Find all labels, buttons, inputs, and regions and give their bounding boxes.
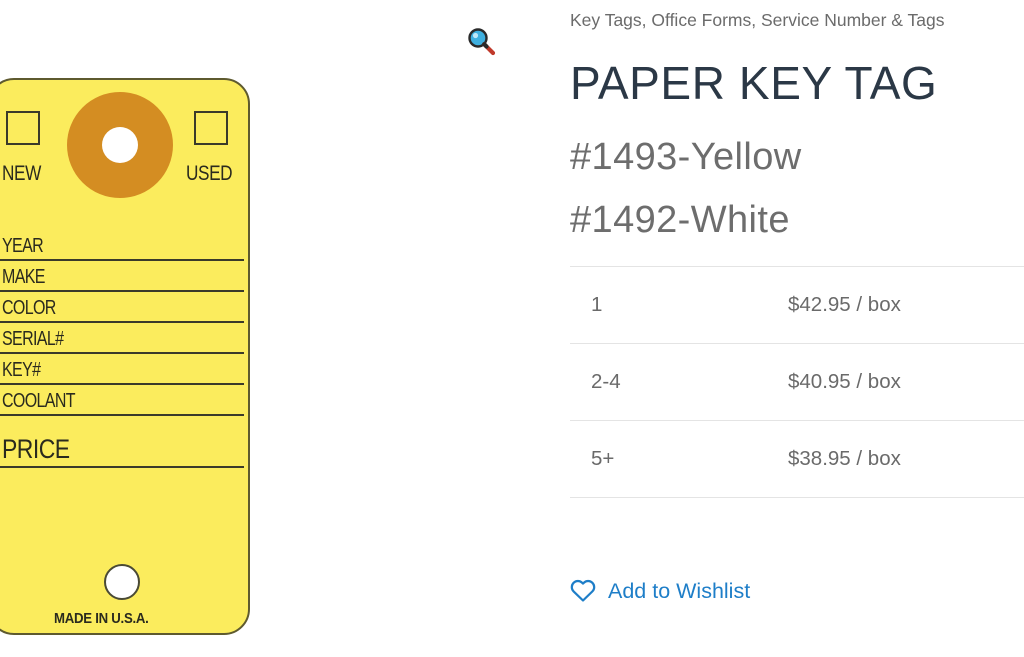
product-summary: Key Tags, Office Forms, Service Number &… <box>570 0 1024 657</box>
quantity-pricing-table: 1 $42.95 / box 2-4 $40.95 / box 5+ $38.9… <box>570 266 1024 498</box>
tag-new-checkbox <box>6 111 40 145</box>
price-cell: $40.95 / box <box>788 370 901 393</box>
tag-field-line: YEAR <box>0 230 244 261</box>
price-cell: $38.95 / box <box>788 447 901 470</box>
tag-price-label: PRICE <box>2 434 70 464</box>
quantity-cell: 5+ <box>591 447 615 470</box>
category-link[interactable]: Service Number & Tags <box>761 10 945 30</box>
price-cell: $42.95 / box <box>788 293 901 316</box>
tag-field-label: KEY# <box>2 359 41 381</box>
product-gallery: NEW USED YEAR MAKE COLOR SERIAL# KEY# CO… <box>0 0 520 657</box>
zoom-button[interactable] <box>466 26 496 56</box>
quantity-cell: 2-4 <box>591 370 621 393</box>
tag-new-label: NEW <box>2 162 41 185</box>
tag-field-label: YEAR <box>2 235 44 257</box>
tag-field-line: COOLANT <box>0 385 244 416</box>
table-row: 1 $42.95 / box <box>570 267 1024 344</box>
heart-outline-icon <box>570 579 596 602</box>
tag-field-line: MAKE <box>0 261 244 292</box>
tag-used-checkbox <box>194 111 228 145</box>
add-to-wishlist-link[interactable]: Add to Wishlist <box>570 576 750 606</box>
tag-hole-ring <box>67 92 173 198</box>
tag-fields: YEAR MAKE COLOR SERIAL# KEY# COOLANT PRI… <box>0 230 248 468</box>
table-row: 2-4 $40.95 / box <box>570 344 1024 421</box>
tag-field-label: MAKE <box>2 266 45 288</box>
tag-field-line: SERIAL# <box>0 323 244 354</box>
tag-price-line: PRICE <box>0 416 244 468</box>
tag-used-label: USED <box>186 162 233 185</box>
category-separator: , <box>751 10 761 30</box>
product-title: PAPER KEY TAG <box>570 57 938 109</box>
tag-made-in-label: MADE IN U.S.A. <box>54 610 149 627</box>
tag-field-line: KEY# <box>0 354 244 385</box>
quantity-cell: 1 <box>591 293 603 316</box>
tag-field-line: COLOR <box>0 292 244 323</box>
wishlist-label: Add to Wishlist <box>608 578 751 603</box>
tag-field-label: SERIAL# <box>2 328 64 350</box>
product-categories: Key Tags, Office Forms, Service Number &… <box>570 10 945 31</box>
category-link[interactable]: Office Forms <box>651 10 751 30</box>
category-separator: , <box>641 10 652 30</box>
tag-hole <box>102 127 138 163</box>
tag-field-label: COOLANT <box>2 390 76 412</box>
product-variant-white: #1492-White <box>570 199 790 241</box>
table-row: 5+ $38.95 / box <box>570 421 1024 498</box>
product-image-key-tag[interactable]: NEW USED YEAR MAKE COLOR SERIAL# KEY# CO… <box>0 78 250 635</box>
tag-bottom-hole <box>104 564 140 600</box>
product-variant-yellow: #1493-Yellow <box>570 136 802 178</box>
magnifier-icon <box>468 28 496 56</box>
category-link[interactable]: Key Tags <box>570 10 642 30</box>
tag-field-label: COLOR <box>2 297 56 319</box>
